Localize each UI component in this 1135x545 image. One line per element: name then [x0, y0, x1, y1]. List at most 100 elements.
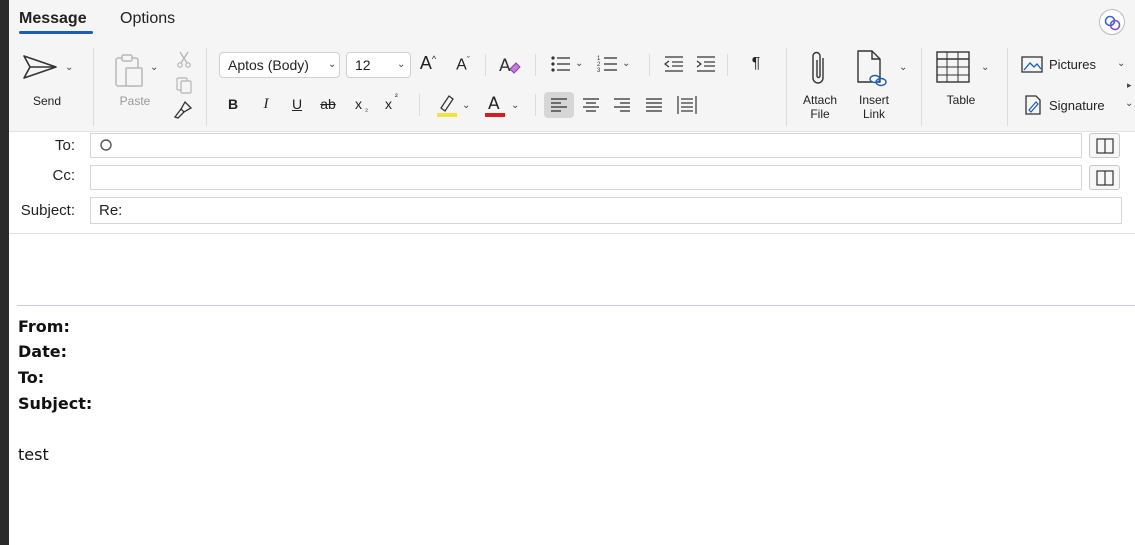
- table-label: Table: [946, 93, 976, 107]
- svg-text:A: A: [488, 94, 500, 114]
- underline-button[interactable]: U: [287, 96, 307, 112]
- table-button[interactable]: ⌄ Table: [929, 46, 999, 116]
- subject-label: Subject:: [20, 202, 75, 219]
- insert-link-icon: [857, 50, 887, 87]
- subscript-marker-icon: ₂: [365, 104, 369, 113]
- decrease-indent-icon[interactable]: [663, 54, 685, 74]
- font-size-dropdown[interactable]: 12 ⌄: [346, 52, 411, 78]
- chevron-down-icon: ⌄: [899, 62, 908, 73]
- italic-button[interactable]: I: [256, 96, 276, 113]
- chevron-down-icon: ⌄: [328, 59, 337, 70]
- tab-options[interactable]: Options: [120, 10, 175, 28]
- ribbon-separator: [535, 94, 536, 116]
- quoted-to-label: To:: [18, 368, 45, 387]
- address-book-icon: [1096, 170, 1114, 186]
- subject-field[interactable]: Re:: [90, 197, 1122, 224]
- subject-value: Re:: [99, 202, 123, 219]
- font-color-icon[interactable]: A: [483, 92, 507, 118]
- address-book-icon: [1096, 138, 1114, 154]
- grow-font-icon[interactable]: A^: [417, 53, 439, 74]
- superscript-marker-icon: ²: [395, 92, 398, 101]
- ribbon-tab-bar: Message Options: [9, 0, 1135, 38]
- quoted-reply-divider: [17, 305, 1135, 306]
- ribbon-overflow-icon[interactable]: ▸: [1127, 80, 1132, 91]
- bullets-icon[interactable]: [550, 54, 572, 74]
- font-name-dropdown[interactable]: Aptos (Body) ⌄: [219, 52, 340, 78]
- to-label: To:: [54, 137, 75, 154]
- picture-icon: [1021, 56, 1043, 73]
- send-icon: [23, 55, 57, 79]
- chevron-down-icon: ⌄: [397, 59, 406, 70]
- increase-indent-icon[interactable]: [695, 54, 717, 74]
- send-label: Send: [32, 94, 62, 108]
- justify-icon[interactable]: [645, 97, 663, 113]
- quoted-date-label: Date:: [18, 342, 67, 361]
- paste-label: Paste: [119, 94, 151, 108]
- superscript-button[interactable]: x ²: [383, 92, 403, 116]
- pictures-label: Pictures: [1049, 57, 1096, 72]
- superscript-glyph: x: [385, 96, 392, 112]
- clipboard-icon: [115, 54, 143, 87]
- copy-icon[interactable]: [175, 76, 193, 94]
- chevron-down-icon: ⌄: [981, 62, 990, 73]
- format-painter-icon[interactable]: [172, 100, 194, 120]
- cut-icon[interactable]: [175, 50, 193, 68]
- insert-link-label-2: Link: [862, 107, 885, 121]
- window-edge: [0, 0, 9, 545]
- align-left-button[interactable]: [544, 92, 574, 118]
- align-left-icon: [551, 98, 567, 112]
- to-address-book-button[interactable]: [1089, 133, 1120, 158]
- font-name-value: Aptos (Body): [228, 57, 309, 73]
- chevron-down-icon: ⌄: [150, 62, 159, 73]
- font-size-value: 12: [355, 57, 371, 73]
- chevron-down-icon: ⌄: [1117, 58, 1126, 69]
- strikethrough-button[interactable]: ab: [316, 96, 340, 112]
- chevron-down-icon: ⌄: [511, 100, 520, 111]
- recipient-status-icon: [100, 139, 112, 151]
- signature-label: Signature: [1049, 98, 1105, 113]
- ribbon-separator: [921, 48, 922, 126]
- quoted-from-label: From:: [18, 317, 70, 336]
- pictures-button[interactable]: Pictures ⌄: [1019, 54, 1133, 76]
- attach-file-label-2: File: [810, 107, 830, 121]
- ribbon-separator: [419, 94, 420, 116]
- ribbon-separator: [649, 54, 650, 76]
- insert-link-button[interactable]: ⌄ Insert Link: [847, 46, 909, 128]
- shrink-font-icon[interactable]: Aˇ: [452, 55, 474, 74]
- align-right-icon[interactable]: [613, 97, 631, 113]
- chevron-down-icon: ⌄: [65, 62, 74, 73]
- ribbon-separator: [485, 54, 486, 76]
- cc-field[interactable]: [90, 165, 1082, 190]
- ribbon-separator: [93, 48, 94, 126]
- to-field[interactable]: [90, 133, 1082, 158]
- cc-address-book-button[interactable]: [1089, 165, 1120, 190]
- numbering-icon[interactable]: 1 2 3: [597, 54, 619, 74]
- chevron-down-icon: ⌄: [575, 58, 584, 69]
- copilot-button[interactable]: [1099, 9, 1125, 35]
- clear-formatting-icon[interactable]: A: [497, 53, 523, 77]
- svg-text:A: A: [499, 56, 511, 76]
- cc-label: Cc:: [52, 167, 76, 184]
- quoted-subject-label: Subject:: [18, 394, 93, 413]
- ribbon-separator: [535, 54, 536, 76]
- svg-text:3: 3: [597, 68, 601, 74]
- highlighter-icon[interactable]: [435, 92, 459, 118]
- message-compose-window: Message Options ⌄ Send ⌄ Paste Aptos (Bo…: [9, 0, 1135, 545]
- ribbon-separator: [727, 54, 728, 76]
- send-button[interactable]: ⌄ Send: [19, 48, 79, 108]
- attach-file-button[interactable]: Attach File: [795, 46, 845, 128]
- paste-button[interactable]: ⌄ Paste: [107, 48, 167, 112]
- header-divider: [9, 233, 1135, 234]
- align-center-icon[interactable]: [582, 97, 600, 113]
- attach-file-label-1: Attach: [802, 93, 838, 107]
- distributed-align-icon[interactable]: [676, 95, 698, 115]
- insert-link-label-1: Insert: [858, 93, 889, 107]
- show-formatting-icon[interactable]: ¶: [747, 55, 765, 73]
- ribbon-separator: [786, 48, 787, 126]
- message-body-text[interactable]: test: [18, 445, 49, 464]
- subscript-button[interactable]: x ₂: [353, 96, 373, 116]
- tab-message[interactable]: Message: [19, 10, 87, 28]
- bold-button[interactable]: B: [223, 96, 243, 112]
- signature-button[interactable]: Signature ⌄: [1019, 94, 1133, 116]
- active-tab-indicator: [19, 31, 93, 34]
